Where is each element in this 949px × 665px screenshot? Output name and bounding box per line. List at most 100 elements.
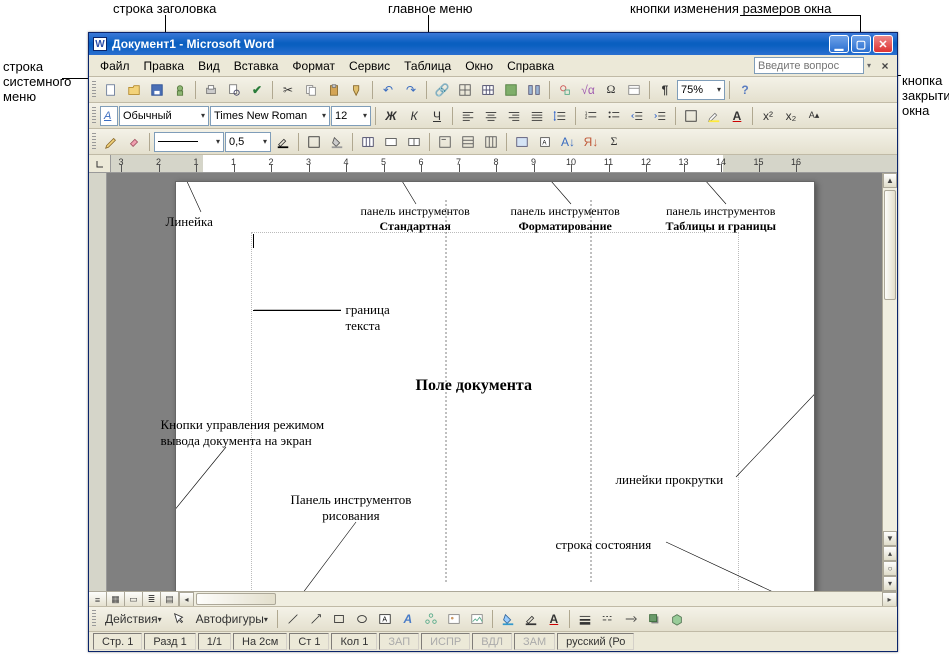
shadow-button[interactable] — [643, 609, 665, 629]
undo-button[interactable]: ↶ — [377, 80, 399, 100]
show-hide-button2[interactable] — [623, 80, 645, 100]
autoshapes-menu[interactable]: Автофигуры ▾ — [191, 609, 273, 629]
tables-borders-button[interactable] — [454, 80, 476, 100]
autoformat-button[interactable] — [511, 132, 533, 152]
insert-table-button[interactable] — [477, 80, 499, 100]
save-button[interactable] — [146, 80, 168, 100]
ask-question-dropdown-icon[interactable]: ▾ — [867, 61, 871, 70]
justify-button[interactable] — [526, 106, 548, 126]
print-button[interactable] — [200, 80, 222, 100]
split-cells-button[interactable] — [403, 132, 425, 152]
permission-button[interactable] — [169, 80, 191, 100]
line-weight-combo[interactable]: 0,5▾ — [225, 132, 271, 152]
menu-table[interactable]: Таблица — [397, 57, 458, 75]
normal-view-button[interactable]: ≡ — [89, 592, 107, 607]
paste-button[interactable] — [323, 80, 345, 100]
menu-file[interactable]: Файл — [93, 57, 137, 75]
toolbar-grip-icon[interactable] — [92, 81, 96, 99]
scroll-right-button[interactable]: ▸ — [882, 592, 897, 607]
zoom-combo[interactable]: 75%▾ — [677, 80, 725, 100]
oval-button[interactable] — [351, 609, 373, 629]
outline-view-button[interactable]: ≣ — [143, 592, 161, 607]
status-overwrite[interactable]: ЗАМ — [514, 633, 555, 650]
rectangle-button[interactable] — [328, 609, 350, 629]
style-combo[interactable]: Обычный▾ — [119, 106, 209, 126]
font-color-button[interactable]: А — [726, 106, 748, 126]
align-center-button[interactable] — [480, 106, 502, 126]
cut-button[interactable]: ✂ — [277, 80, 299, 100]
hscroll-thumb[interactable] — [196, 593, 276, 605]
font-combo[interactable]: Times New Roman▾ — [210, 106, 330, 126]
diagram-button[interactable] — [420, 609, 442, 629]
superscript-button[interactable]: x² — [757, 106, 779, 126]
merge-cells-button[interactable] — [380, 132, 402, 152]
tab-selector[interactable] — [89, 155, 111, 173]
next-page-button[interactable]: ▾ — [883, 576, 897, 591]
shading-color-button[interactable] — [326, 132, 348, 152]
copy-button[interactable] — [300, 80, 322, 100]
textbox-button[interactable]: A — [374, 609, 396, 629]
hyperlink-button[interactable]: 🔗 — [431, 80, 453, 100]
eraser-button[interactable] — [123, 132, 145, 152]
app-icon[interactable]: W — [93, 37, 107, 51]
help-button[interactable]: ? — [734, 80, 756, 100]
bold-button[interactable]: Ж — [380, 106, 402, 126]
insert-picture-button[interactable] — [466, 609, 488, 629]
print-layout-button[interactable]: ▭ — [125, 592, 143, 607]
font-size-combo[interactable]: 12▾ — [331, 106, 371, 126]
align-left-button[interactable] — [457, 106, 479, 126]
font-color2-button[interactable]: А — [543, 609, 565, 629]
decrease-indent-button[interactable] — [626, 106, 648, 126]
document-close-button[interactable]: × — [877, 58, 893, 74]
close-button[interactable]: ✕ — [873, 35, 893, 53]
outside-border2-button[interactable] — [303, 132, 325, 152]
distribute-cols-button[interactable] — [480, 132, 502, 152]
line-button[interactable] — [282, 609, 304, 629]
bullets-button[interactable] — [603, 106, 625, 126]
align-cell-button[interactable] — [434, 132, 456, 152]
dash-style-button[interactable] — [597, 609, 619, 629]
scroll-down-button[interactable]: ▼ — [883, 531, 897, 546]
fill-color-button[interactable] — [497, 609, 519, 629]
outside-border-button[interactable] — [680, 106, 702, 126]
prev-page-button[interactable]: ▴ — [883, 546, 897, 561]
scroll-thumb[interactable] — [884, 190, 896, 300]
line-style-combo[interactable]: ▾ — [154, 132, 224, 152]
arrow-button[interactable] — [305, 609, 327, 629]
reading-view-button[interactable]: ▤ — [161, 592, 179, 607]
print-preview-button[interactable] — [223, 80, 245, 100]
italic-button[interactable]: К — [403, 106, 425, 126]
status-ext[interactable]: ВДЛ — [472, 633, 512, 650]
select-objects-button[interactable] — [168, 609, 190, 629]
toolbar-grip-icon[interactable] — [92, 133, 96, 151]
menu-tools[interactable]: Сервис — [342, 57, 397, 75]
status-language[interactable]: русский (Ро — [557, 633, 634, 650]
toolbar-grip-icon[interactable] — [92, 107, 96, 125]
document-page[interactable]: Линейка панель инструментов Стандартная … — [175, 181, 815, 591]
sort-desc-button[interactable]: Я↓ — [580, 132, 602, 152]
clipart-button[interactable] — [443, 609, 465, 629]
insert-table2-button[interactable] — [357, 132, 379, 152]
web-view-button[interactable]: ▦ — [107, 592, 125, 607]
styles-pane-button[interactable]: A — [100, 106, 118, 126]
menu-insert[interactable]: Вставка — [227, 57, 286, 75]
distribute-rows-button[interactable] — [457, 132, 479, 152]
change-text-dir-button[interactable]: А — [534, 132, 556, 152]
ask-question-input[interactable] — [754, 57, 864, 74]
drawing-actions-menu[interactable]: Действия ▾ — [100, 609, 167, 629]
draw-table-button[interactable] — [100, 132, 122, 152]
scroll-left-button[interactable]: ◂ — [179, 592, 194, 607]
vertical-scrollbar[interactable]: ▲ ▼ ▴ ○ ▾ — [882, 173, 897, 591]
menu-window[interactable]: Окно — [458, 57, 500, 75]
vertical-ruler[interactable] — [89, 173, 107, 591]
horizontal-ruler[interactable]: 32112345678910111213141516 — [111, 155, 897, 173]
autosum-button[interactable]: Σ — [603, 132, 625, 152]
scroll-up-button[interactable]: ▲ — [883, 173, 897, 188]
underline-button[interactable]: Ч — [426, 106, 448, 126]
spellcheck-button[interactable]: ✔ — [246, 80, 268, 100]
menu-help[interactable]: Справка — [500, 57, 561, 75]
toolbar-grip-icon[interactable] — [92, 610, 96, 628]
increase-indent-button[interactable] — [649, 106, 671, 126]
menu-view[interactable]: Вид — [191, 57, 227, 75]
3d-button[interactable] — [666, 609, 688, 629]
